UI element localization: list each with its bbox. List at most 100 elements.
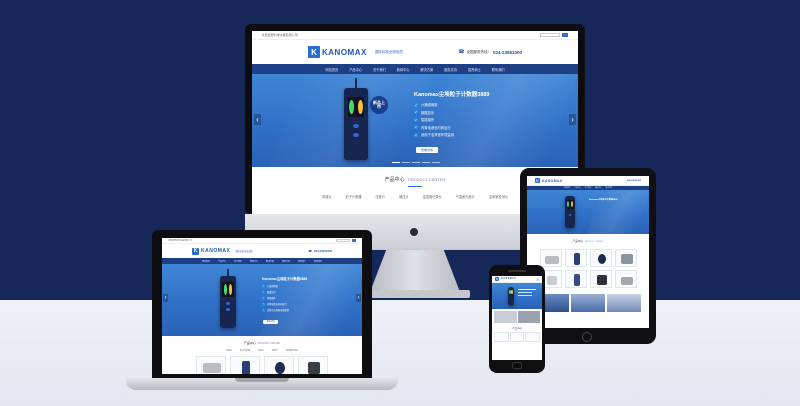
view-details-button[interactable]: 查看详情 xyxy=(416,147,438,153)
hotline: ☎ 全国服务热线： 024-23551000 xyxy=(458,49,522,55)
hotline: ☎ 024-23551000 xyxy=(308,249,332,253)
nav-item[interactable]: 招贤纳士 xyxy=(298,260,306,263)
nav-item[interactable]: 招贤纳士 xyxy=(468,67,481,72)
logo-mark-icon: K xyxy=(495,277,499,281)
product-card[interactable] xyxy=(539,249,562,267)
banner-next-arrow[interactable]: › xyxy=(356,294,361,302)
category-tab[interactable]: 压差计 xyxy=(258,349,264,352)
product-card[interactable] xyxy=(196,356,226,374)
nav-item[interactable]: 产品中心 xyxy=(349,67,362,72)
product-card[interactable] xyxy=(509,332,525,342)
category-tab[interactable]: 粒子计数器 xyxy=(240,349,250,352)
product-card[interactable] xyxy=(564,270,587,288)
hero-banner: Kanomax尘埃粒子计数器3889 xyxy=(527,190,649,234)
nav-item[interactable]: 关于我们 xyxy=(234,260,242,263)
product-card[interactable] xyxy=(564,249,587,267)
pagination-dot[interactable] xyxy=(402,161,410,163)
feature-item: ✓ 适用于洁净室环境监测 xyxy=(262,308,289,312)
kanomax-logo[interactable]: K KANOMAX xyxy=(495,277,516,281)
laptop-website-screen: 沈阳加野科学仪器有限公司 K KANOMAX 国际标准全球品质 ☎ 024-23… xyxy=(162,238,362,374)
brand-tagline: 国际标准全球品质 xyxy=(374,49,403,54)
hotline-label: 全国服务热线： xyxy=(466,49,491,54)
nav-item[interactable]: 解决方案 xyxy=(266,260,274,263)
nav-item[interactable]: 新闻中心 xyxy=(595,187,601,189)
product-card[interactable] xyxy=(230,356,260,374)
search-button[interactable] xyxy=(562,33,569,37)
category-tab[interactable]: 气溶胶光度计 xyxy=(456,194,475,199)
site-header: K KANOMAX 国际标准全球品质 ☎ 全国服务热线： 024-2355100… xyxy=(252,40,578,64)
site-header: K KANOMAX ≡ xyxy=(492,276,542,283)
particle-counter-device xyxy=(220,268,236,328)
banner-next-arrow[interactable]: › xyxy=(569,114,576,125)
search-input[interactable] xyxy=(336,239,350,242)
feature-item: ✓ 智能操作 xyxy=(414,117,435,122)
category-tab[interactable]: 洁净室检测仪 xyxy=(489,194,508,199)
product-card[interactable] xyxy=(614,270,637,288)
nav-item[interactable]: 网站首页 xyxy=(202,260,210,263)
nav-item[interactable]: 服务支持 xyxy=(444,67,457,72)
check-icon: ✓ xyxy=(414,110,418,114)
nav-item[interactable]: 联系我们 xyxy=(492,67,505,72)
desktop-monitor-foot xyxy=(360,290,470,298)
nav-item[interactable]: 网站首页 xyxy=(326,67,339,72)
kanomax-logo[interactable]: K KANOMAX xyxy=(192,247,231,255)
category-tab[interactable]: 压差计 xyxy=(376,194,386,199)
product-card[interactable] xyxy=(494,332,509,342)
nav-item[interactable]: 服务支持 xyxy=(282,260,290,263)
product-card[interactable] xyxy=(264,356,294,374)
pagination-dot[interactable] xyxy=(412,161,420,163)
menu-icon[interactable]: ≡ xyxy=(537,277,539,282)
nav-item[interactable]: 新闻中心 xyxy=(250,260,258,263)
banner-prev-arrow[interactable]: ‹ xyxy=(163,294,168,302)
nav-item[interactable]: 解决方案 xyxy=(421,67,434,72)
view-details-button[interactable]: 查看详情 xyxy=(263,320,278,324)
category-tabs: 风速仪 粒子计数器 压差计 微压计 温湿度记录仪 xyxy=(162,349,362,352)
category-tab[interactable]: 风速仪 xyxy=(226,349,232,352)
nav-item[interactable]: 联系我们 xyxy=(314,260,322,263)
tablet-home-button xyxy=(582,332,592,342)
category-tab[interactable]: 温湿度记录仪 xyxy=(423,194,442,199)
nav-item[interactable]: 解决方案 xyxy=(606,187,612,189)
banner-prev-arrow[interactable]: ‹ xyxy=(254,114,261,125)
search-button[interactable] xyxy=(352,239,356,242)
check-icon: ✓ xyxy=(262,290,265,294)
check-icon: ✓ xyxy=(414,117,418,122)
nav-item[interactable]: 网站首页 xyxy=(564,187,570,189)
nav-item[interactable]: 产品中心 xyxy=(218,260,226,263)
pagination-dot[interactable] xyxy=(392,161,400,163)
nav-item[interactable]: 关于我们 xyxy=(585,187,591,189)
category-tab[interactable]: 微压计 xyxy=(272,349,278,352)
logo-text: KANOMAX xyxy=(322,47,367,57)
hero-banner xyxy=(492,283,542,309)
kanomax-logo[interactable]: K KANOMAX xyxy=(308,46,367,58)
banner-title: Kanomax尘埃粒子计数器3889 xyxy=(589,199,618,201)
pagination-dot[interactable] xyxy=(432,161,440,163)
camera-icon xyxy=(410,228,418,236)
product-card[interactable] xyxy=(589,270,612,288)
check-icon: ✓ xyxy=(414,125,418,129)
feature-item: ✓ 六通道测量 xyxy=(414,102,438,107)
product-card[interactable] xyxy=(525,332,540,342)
category-tab[interactable]: 粒子计数器 xyxy=(346,194,362,199)
product-center-section: 产品中心 PRODUCT CENTER xyxy=(527,234,649,312)
logo-text: KANOMAX xyxy=(201,248,231,254)
nav-item[interactable]: 关于我们 xyxy=(373,67,386,72)
feature-item: ✓ 六通道测量 xyxy=(262,284,278,288)
pagination-dot[interactable] xyxy=(422,161,430,163)
site-header: K KANOMAX 国际标准全球品质 ☎ 024-23551000 xyxy=(162,244,362,258)
nav-item[interactable]: 产品中心 xyxy=(574,187,580,189)
category-tab[interactable]: 微压计 xyxy=(399,194,409,199)
product-card[interactable] xyxy=(298,356,328,374)
product-card[interactable] xyxy=(614,249,637,267)
category-tab[interactable]: 温湿度记录仪 xyxy=(286,349,298,352)
banner-title: Kanomax尘埃粒子计数器3889 xyxy=(414,92,490,98)
nav-item[interactable]: 新闻中心 xyxy=(397,67,410,72)
phone-home-button xyxy=(512,362,522,369)
search-input[interactable] xyxy=(540,33,561,37)
kanomax-logo[interactable]: K KANOMAX xyxy=(535,178,563,183)
banner-pagination xyxy=(392,161,440,163)
product-card[interactable] xyxy=(589,249,612,267)
category-tab[interactable]: 风速仪 xyxy=(322,194,332,199)
feature-item: ✓ 适用于洁净室环境监测 xyxy=(414,132,454,137)
brand-tagline: 国际标准全球品质 xyxy=(235,251,253,253)
